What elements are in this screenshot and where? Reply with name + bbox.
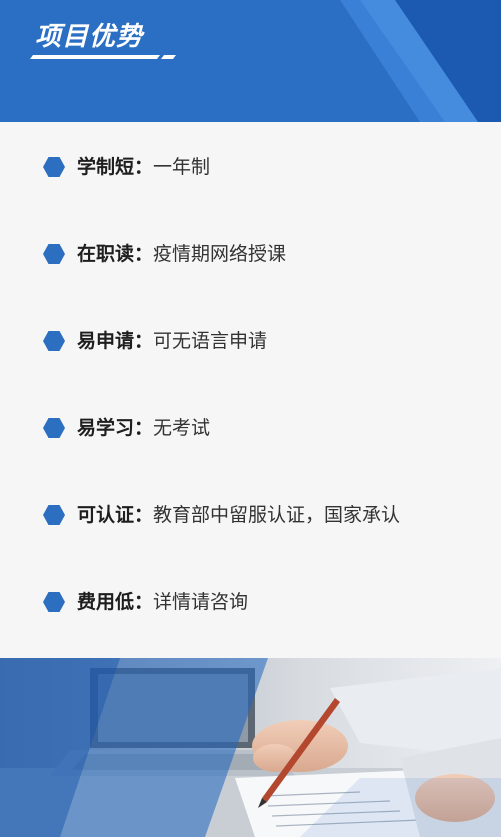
advantage-value: 疫情期网络授课 (153, 243, 287, 265)
hexagon-bullet-icon (43, 505, 65, 525)
advantage-value: 无考试 (153, 417, 211, 439)
hexagon-bullet-icon (43, 418, 65, 438)
hexagon-bullet-icon (43, 331, 65, 351)
business-hands-pen-documents-laptop-photo (0, 658, 501, 837)
advantage-item-learning: 易学习 ： 无考试 (43, 413, 210, 443)
advantage-separator: ： (134, 330, 154, 352)
advantage-value: 一年制 (153, 156, 211, 178)
advantage-separator: ： (134, 156, 154, 178)
hexagon-bullet-icon (43, 244, 65, 264)
advantage-label: 费用低 (77, 591, 135, 613)
advantage-label: 易学习 (77, 417, 135, 439)
photo-illustration (0, 658, 501, 837)
advantage-item-study-mode: 在职读 ： 疫情期网络授课 (43, 239, 286, 269)
advantage-separator: ： (134, 243, 154, 265)
title-underline-decoration (30, 55, 176, 59)
advantage-item-application: 易申请 ： 可无语言申请 (43, 326, 267, 356)
advantage-value: 可无语言申请 (153, 330, 268, 352)
advantage-separator: ： (134, 504, 154, 526)
advantage-separator: ： (134, 591, 154, 613)
hexagon-bullet-icon (43, 592, 65, 612)
advantage-label: 可认证 (77, 504, 135, 526)
advantage-item-cost: 费用低 ： 详情请咨询 (43, 587, 248, 617)
advantage-separator: ： (134, 417, 154, 439)
advantage-label: 学制短 (77, 156, 135, 178)
advantage-label: 在职读 (77, 243, 135, 265)
advantage-value: 教育部中留服认证，国家承认 (153, 504, 401, 526)
hexagon-bullet-icon (43, 157, 65, 177)
advantage-item-certification: 可认证 ： 教育部中留服认证，国家承认 (43, 500, 400, 530)
advantage-label: 易申请 (77, 330, 135, 352)
advantage-item-duration: 学制短 ： 一年制 (43, 152, 210, 182)
advantage-value: 详情请咨询 (153, 591, 249, 613)
header-banner: 项目优势 (0, 0, 501, 122)
